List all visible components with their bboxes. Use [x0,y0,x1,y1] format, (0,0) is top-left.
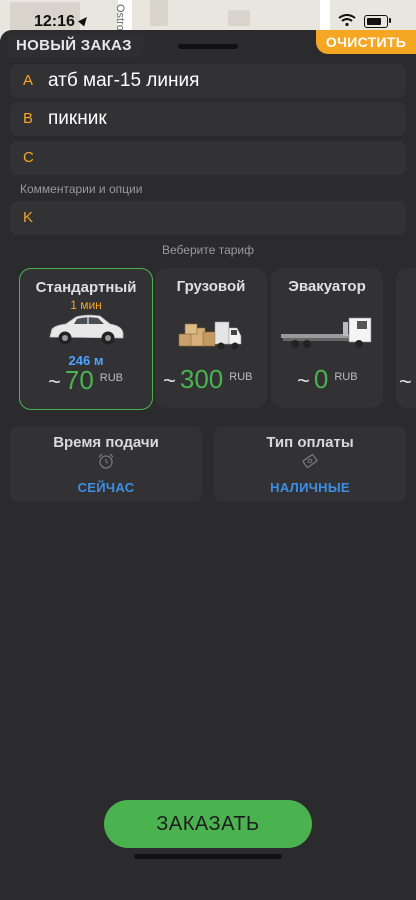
price-currency: RUB [229,371,253,383]
price-tilde: ~ [297,368,310,393]
price-tilde: ~ [399,369,412,394]
option-value: СЕЙЧАС [77,480,135,495]
tariff-price: ~0 RUB [297,364,358,395]
tariff-eta: 1 мин [70,298,102,312]
price-currency: RUB [334,371,358,383]
option-title: Время подачи [53,434,159,451]
payment-type-option[interactable]: Тип оплаты НАЛИЧНЫЕ [214,426,406,502]
route-letter: A [23,72,34,89]
cash-icon [302,454,318,468]
order-sheet: НОВЫЙ ЗАКАЗ ОЧИСТИТЬ A атб маг-15 линия … [0,30,416,900]
clear-button[interactable]: ОЧИСТИТЬ [316,30,416,54]
wifi-icon [338,14,356,26]
price-tilde: ~ [163,368,176,393]
price-currency: RUB [99,372,124,384]
route-value: атб маг-15 линия [48,70,200,91]
tariff-carousel[interactable]: Стандартный 1 мин 246 м ~70RUB Грузовой [0,268,416,412]
tariff-name: Грузовой [176,278,246,295]
car-icon [49,314,124,345]
comment-label: Комментарии и опции [20,182,143,196]
route-field-a[interactable]: A атб маг-15 линия [10,64,406,98]
tariff-card-standard[interactable]: Стандартный 1 мин 246 м ~70 RUB [19,268,153,410]
alarm-clock-icon [98,453,114,469]
home-indicator [134,854,282,859]
tariff-prompt: Веберите тариф [162,243,254,257]
tariff-card-tow[interactable]: Эвакуатор ~0 RUB [271,268,383,408]
price-amount: 0 [313,364,329,394]
location-arrow-icon [78,14,90,27]
battery-icon [364,15,388,28]
route-letter: C [23,149,34,166]
tariff-card-next[interactable]: ~ [396,268,416,408]
price-amount: 70 [64,365,94,395]
route-field-b[interactable]: B пикник [10,102,406,136]
price-amount: 300 [179,364,224,394]
sheet-grabber[interactable] [178,44,238,49]
tariff-name: Стандартный [35,279,137,296]
route-value: пикник [48,108,107,129]
pickup-time-option[interactable]: Время подачи СЕЙЧАС [10,426,202,502]
comment-letter: K [23,209,34,226]
price-tilde: ~ [48,369,61,394]
tow-truck-icon [281,317,372,348]
route-letter: B [23,110,34,127]
comment-field[interactable]: K [10,201,406,235]
option-value: НАЛИЧНЫЕ [270,480,350,495]
option-title: Тип оплаты [266,434,354,451]
sheet-title: НОВЫЙ ЗАКАЗ [8,34,144,58]
tariff-price: ~300 RUB [163,364,252,395]
status-time: 12:16 [34,13,75,30]
tariff-name: Эвакуатор [288,278,366,295]
battery-tip [389,18,391,23]
route-field-c[interactable]: C [10,141,406,175]
tariff-card-cargo[interactable]: Грузовой ~300 RUB [155,268,267,408]
cargo-truck-icon [178,321,242,350]
tariff-price: ~70 RUB [48,365,123,396]
order-button[interactable]: ЗАКАЗАТЬ [104,800,312,848]
